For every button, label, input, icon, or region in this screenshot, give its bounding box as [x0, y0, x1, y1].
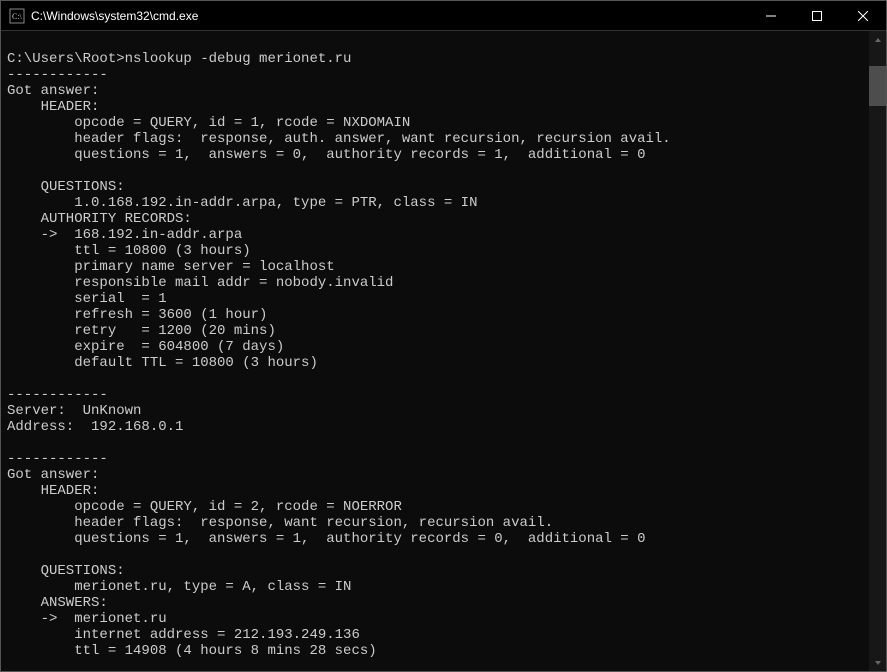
scroll-down-button[interactable]	[869, 654, 886, 671]
svg-text:C:\: C:\	[12, 12, 23, 21]
content-area: C:\Users\Root>nslookup -debug merionet.r…	[1, 31, 886, 671]
cmd-icon: C:\	[9, 8, 25, 24]
maximize-button[interactable]	[794, 1, 840, 31]
scroll-thumb[interactable]	[869, 66, 886, 106]
vertical-scrollbar[interactable]	[869, 31, 886, 671]
window-controls	[748, 1, 886, 30]
minimize-button[interactable]	[748, 1, 794, 31]
window-title: C:\Windows\system32\cmd.exe	[31, 9, 748, 23]
close-button[interactable]	[840, 1, 886, 31]
cmd-window: C:\ C:\Windows\system32\cmd.exe C:\Users…	[0, 0, 887, 672]
titlebar[interactable]: C:\ C:\Windows\system32\cmd.exe	[1, 1, 886, 31]
terminal-output[interactable]: C:\Users\Root>nslookup -debug merionet.r…	[1, 31, 869, 671]
scroll-up-button[interactable]	[869, 31, 886, 48]
